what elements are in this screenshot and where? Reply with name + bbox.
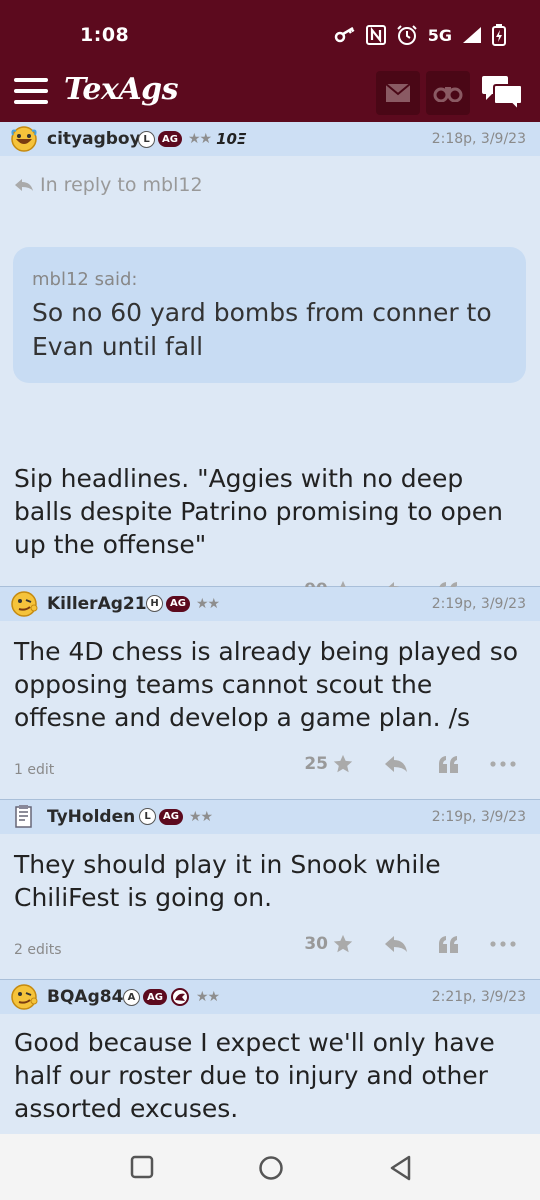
reply-to-link[interactable]: In reply to mbl12 (14, 174, 203, 196)
reply-button[interactable] (384, 755, 408, 773)
edit-count-link[interactable]: 2 edits (14, 942, 62, 958)
quote-text: So no 60 yard bombs from conner to Evan … (32, 298, 492, 361)
reply-arrow-icon (15, 179, 33, 191)
more-icon (490, 761, 516, 767)
status-icons: 5G (334, 24, 506, 46)
star-count: 25 (304, 754, 328, 774)
status-bar: 1:08 5G (0, 0, 540, 66)
home-icon[interactable] (258, 1155, 284, 1181)
username[interactable]: cityagboy (47, 129, 141, 149)
badge-ag: AG (143, 989, 167, 1005)
reply-button[interactable] (384, 935, 408, 953)
reply-icon (385, 936, 407, 952)
alarm-icon (397, 25, 417, 45)
reply-to-text: In reply to mbl12 (40, 174, 203, 196)
badge-stars: ★★ (188, 808, 213, 825)
star-count: 30 (304, 934, 328, 954)
more-button[interactable] (490, 761, 516, 767)
chat-button[interactable] (478, 70, 526, 116)
status-time: 1:08 (80, 24, 130, 46)
post-actions: 30 (304, 933, 516, 955)
binoculars-icon (433, 87, 463, 102)
team-logo-icon (170, 988, 189, 1006)
quote-icon (439, 936, 458, 953)
quote-icon (439, 756, 458, 773)
app-logo[interactable]: TexAgs (64, 72, 179, 107)
post-header: KillerAg21 H AG ★★ 2:19p, 3/9/23 (0, 587, 540, 621)
more-icon (490, 941, 516, 947)
user-badges: L AG ★★ (139, 808, 213, 825)
avatar[interactable] (10, 590, 38, 618)
badge-ag: AG (159, 808, 183, 825)
messages-button[interactable] (376, 71, 420, 115)
username[interactable]: BQAg84 (47, 987, 123, 1007)
post-killerag21: KillerAg21 H AG ★★ 2:19p, 3/9/23 The 4D … (0, 587, 540, 800)
star-icon[interactable] (332, 753, 354, 775)
more-button[interactable] (490, 941, 516, 947)
user-badges: A AG ★★ (123, 988, 220, 1006)
badge-level: L (139, 808, 156, 825)
username[interactable]: TyHolden (47, 807, 135, 827)
avatar[interactable] (10, 125, 38, 153)
system-nav-bar (0, 1134, 540, 1200)
post-text: Sip headlines. "Aggies with no deep ball… (14, 464, 503, 559)
quote-button[interactable] (438, 755, 460, 773)
thread-feed[interactable]: cityagboy L AG ★★ 10Ξ 2:18p, 3/9/23 In r… (0, 122, 540, 1134)
badge-level: A (123, 988, 140, 1006)
signal-icon (463, 27, 481, 43)
network-label: 5G (427, 25, 452, 45)
watched-threads-button[interactable] (426, 71, 470, 115)
post-text: They should play it in Snook while Chili… (14, 850, 441, 912)
back-icon[interactable] (389, 1155, 413, 1181)
user-badges: H AG ★★ (146, 595, 220, 612)
badge-stars: ★★ (195, 989, 220, 1005)
post-header: TyHolden L AG ★★ 2:19p, 3/9/23 (0, 800, 540, 834)
badge-stars: ★★ (187, 131, 212, 147)
quote-author: mbl12 said: (32, 269, 138, 290)
hamburger-icon[interactable] (14, 78, 48, 106)
recents-icon[interactable] (130, 1155, 154, 1179)
post-tyholden: TyHolden L AG ★★ 2:19p, 3/9/23 They shou… (0, 800, 540, 980)
key-icon (334, 27, 355, 43)
avatar[interactable] (10, 803, 38, 831)
post-header: BQAg84 A AG ★★ 2:21p, 3/9/23 (0, 980, 540, 1014)
post-timestamp: 2:21p, 3/9/23 (431, 989, 526, 1005)
username[interactable]: KillerAg21 (47, 594, 147, 614)
quote-block: mbl12 said: So no 60 yard bombs from con… (13, 247, 526, 383)
reply-icon (385, 756, 407, 772)
post-actions: 25 (304, 753, 516, 775)
avatar[interactable] (10, 983, 38, 1011)
badge-ag: AG (166, 595, 190, 612)
post-header: cityagboy L AG ★★ 10Ξ 2:18p, 3/9/23 (0, 122, 540, 156)
badge-ag: AG (158, 131, 182, 147)
badge-level: H (146, 595, 163, 612)
post-timestamp: 2:18p, 3/9/23 (431, 131, 526, 147)
badge-stars: ★★ (195, 595, 220, 612)
mail-icon (385, 83, 411, 102)
badge-level: L (138, 130, 155, 148)
star-icon[interactable] (332, 933, 354, 955)
post-timestamp: 2:19p, 3/9/23 (431, 596, 526, 612)
badge-extra: 10Ξ (216, 130, 247, 148)
post-bqag84: BQAg84 A AG ★★ 2:21p, 3/9/23 Good becaus… (0, 980, 540, 1134)
post-timestamp: 2:19p, 3/9/23 (431, 809, 526, 825)
post-text: The 4D chess is already being played so … (14, 637, 519, 732)
battery-icon (492, 24, 506, 46)
quote-button[interactable] (438, 935, 460, 953)
edit-count-link[interactable]: 1 edit (14, 762, 54, 778)
post-cityagboy: cityagboy L AG ★★ 10Ξ 2:18p, 3/9/23 In r… (0, 122, 540, 600)
chat-icon (482, 76, 523, 111)
app-bar: TexAgs (0, 66, 540, 122)
nfc-icon (365, 25, 386, 45)
post-text: Good because I expect we'll only have ha… (14, 1028, 495, 1123)
user-badges: L AG ★★ 10Ξ (138, 130, 246, 148)
